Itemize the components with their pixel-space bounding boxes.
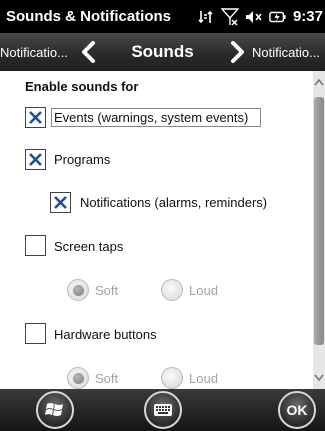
hardware-soft-radio[interactable] <box>67 367 89 389</box>
screen-taps-soft-label: Soft <box>95 283 119 298</box>
programs-checkbox[interactable] <box>25 149 46 170</box>
keyboard-icon <box>154 404 172 416</box>
sounds-settings-panel: Enable sounds for Events (warnings, syst… <box>0 71 325 389</box>
events-checkbox[interactable] <box>25 107 46 128</box>
screen-taps-checkbox[interactable] <box>25 235 46 256</box>
title-bar: Sounds & Notifications 9:37 <box>0 0 325 33</box>
windows-logo-icon <box>45 403 63 416</box>
notifications-label[interactable]: Notifications (alarms, reminders) <box>80 195 267 210</box>
scrollbar-thumb[interactable] <box>314 97 324 345</box>
hardware-soft-label: Soft <box>95 371 119 386</box>
chevron-right-icon[interactable] <box>230 41 246 63</box>
ok-button[interactable]: OK <box>278 391 316 429</box>
scroll-up-arrow-icon[interactable] <box>313 71 325 93</box>
start-button[interactable] <box>36 391 74 429</box>
battery-charging-icon[interactable] <box>269 8 287 26</box>
settings-nav-bar: Notificatio... Sounds Notificatio... <box>0 33 325 71</box>
next-tab-label[interactable]: Notificatio... <box>252 45 325 60</box>
scroll-down-arrow-icon[interactable] <box>313 367 325 389</box>
vertical-scrollbar[interactable] <box>313 71 325 389</box>
programs-label[interactable]: Programs <box>54 152 110 167</box>
screen-taps-loud-radio[interactable] <box>161 279 183 301</box>
screen-taps-label[interactable]: Screen taps <box>54 239 123 254</box>
hardware-loud-radio[interactable] <box>161 367 183 389</box>
keyboard-button[interactable] <box>144 391 182 429</box>
hardware-buttons-label[interactable]: Hardware buttons <box>54 327 157 342</box>
screen-taps-soft-radio[interactable] <box>67 279 89 301</box>
screen-taps-loud-label: Loud <box>189 283 218 298</box>
status-icons: 9:37 <box>197 0 323 33</box>
notifications-checkbox[interactable] <box>50 192 71 213</box>
clock[interactable]: 9:37 <box>293 8 323 25</box>
bottom-bar: OK <box>0 389 325 431</box>
hardware-buttons-checkbox[interactable] <box>25 323 46 344</box>
events-label[interactable]: Events (warnings, system events) <box>54 110 248 125</box>
window-title: Sounds & Notifications <box>6 8 171 25</box>
signal-off-icon[interactable] <box>220 7 239 26</box>
hardware-loud-label: Loud <box>189 371 218 386</box>
connectivity-icon[interactable] <box>197 8 215 26</box>
speaker-muted-icon[interactable] <box>245 8 263 26</box>
section-title: Enable sounds for <box>25 79 139 94</box>
